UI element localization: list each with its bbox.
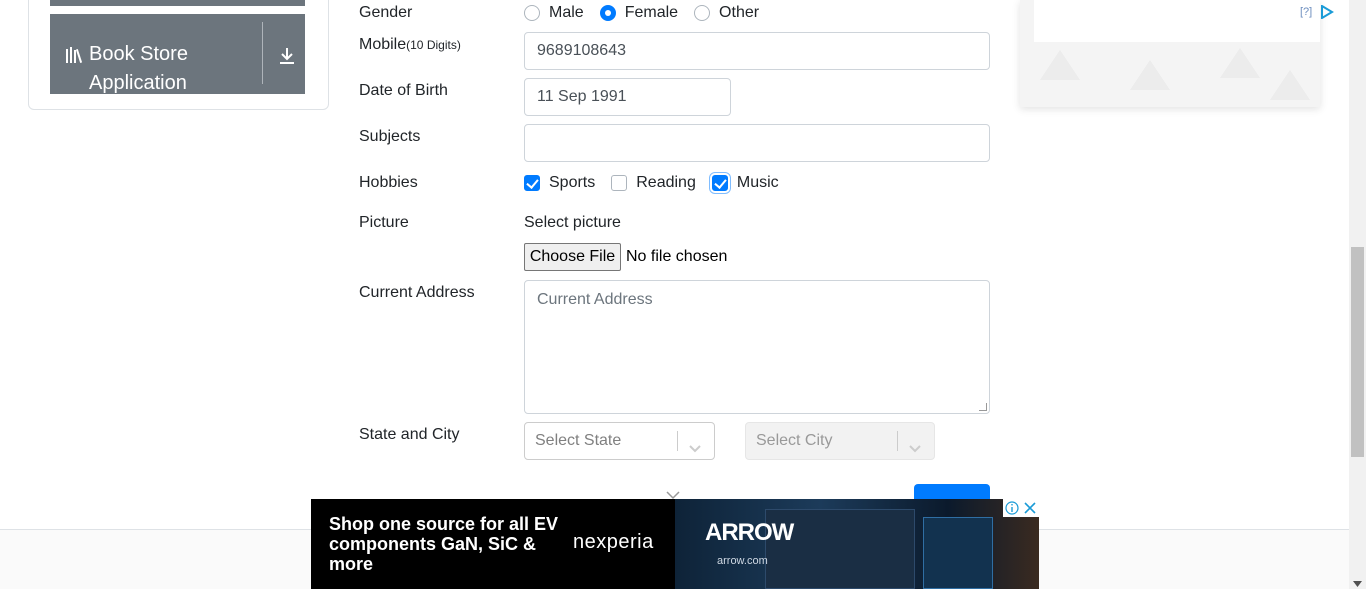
address-placeholder: Current Address [537,291,653,308]
close-icon[interactable] [1021,499,1039,517]
sidebar-item-label: Book Store Application [89,43,188,94]
gender-option-label[interactable]: Female [625,4,678,22]
city-placeholder: Select City [756,432,833,449]
picture-prompt: Select picture [524,214,621,231]
chevron-down-icon[interactable] [688,433,702,469]
hobby-checkbox-music[interactable] [711,175,728,191]
ad-copy: Shop one source for all EV components Ga… [329,514,559,574]
scroll-down-arrow-icon[interactable] [1353,574,1362,589]
current-address-textarea[interactable]: Current Address [524,280,990,414]
dob-label: Date of Birth [359,82,448,99]
ad-image: ARROW arrow.com [675,499,1039,589]
adchoices-icon[interactable] [1320,4,1334,24]
state-placeholder: Select State [535,432,622,449]
file-status: No file chosen [626,248,728,265]
state-select[interactable]: Select State [524,422,715,460]
gender-radio-other[interactable] [694,5,711,21]
gender-radio-male[interactable] [524,5,540,21]
books-icon [66,47,86,68]
ad-banner-right[interactable] [1020,0,1320,107]
ad-info-marker[interactable]: [?] [1300,6,1312,18]
divider [677,431,678,451]
subjects-label: Subjects [359,128,421,145]
state-city-label: State and City [359,426,460,443]
mobile-input[interactable]: 9689108643 [524,32,990,70]
city-select[interactable]: Select City [745,422,935,460]
ad-image-screen [923,517,993,589]
scrollbar[interactable] [1349,0,1366,589]
download-icon[interactable] [278,47,296,70]
chevron-down-icon[interactable] [908,433,922,469]
mobile-hint: (10 Digits) [406,38,461,52]
ad-content [1034,0,1320,42]
hobby-checkbox-reading[interactable] [611,175,628,191]
address-label: Current Address [359,284,475,301]
ad-banner-bottom[interactable]: Shop one source for all EV components Ga… [311,499,1039,589]
ad-partner-logo: ARROW [705,519,794,546]
gender-radio-group: Male Female Other [524,4,775,22]
mobile-label: Mobile(10 Digits) [359,36,461,54]
ad-info-icon[interactable] [1003,499,1021,517]
page: { "sidebar": { "active_item_label": "Boo… [0,0,1366,589]
hobby-label[interactable]: Music [737,174,779,192]
ad-brand-logo: nexperia [573,531,654,553]
dob-input[interactable]: 11 Sep 1991 [524,78,731,116]
hobby-label[interactable]: Reading [636,174,696,192]
ad-partner-url: arrow.com [717,555,768,567]
gender-label: Gender [359,4,413,21]
hobby-checkbox-sports[interactable] [524,175,540,191]
sidebar-item-book-store[interactable]: Book Store Application [50,14,305,94]
resize-handle[interactable] [979,403,987,411]
divider [897,431,898,451]
divider [262,22,263,84]
gender-option-label[interactable]: Male [549,4,584,22]
choose-file-button[interactable]: Choose File [524,243,621,271]
subjects-input[interactable] [524,124,990,162]
hobby-label[interactable]: Sports [549,174,595,192]
sidebar-item-previous[interactable] [50,0,305,6]
scrollbar-thumb[interactable] [1351,247,1364,457]
gender-option-label[interactable]: Other [719,4,759,22]
gender-radio-female[interactable] [599,5,616,21]
ad-controls [1003,499,1039,517]
picture-label: Picture [359,214,409,231]
hobbies-checkbox-group: Sports Reading Music [524,174,795,192]
hobbies-label: Hobbies [359,174,418,191]
mobile-label-text: Mobile [359,36,407,53]
